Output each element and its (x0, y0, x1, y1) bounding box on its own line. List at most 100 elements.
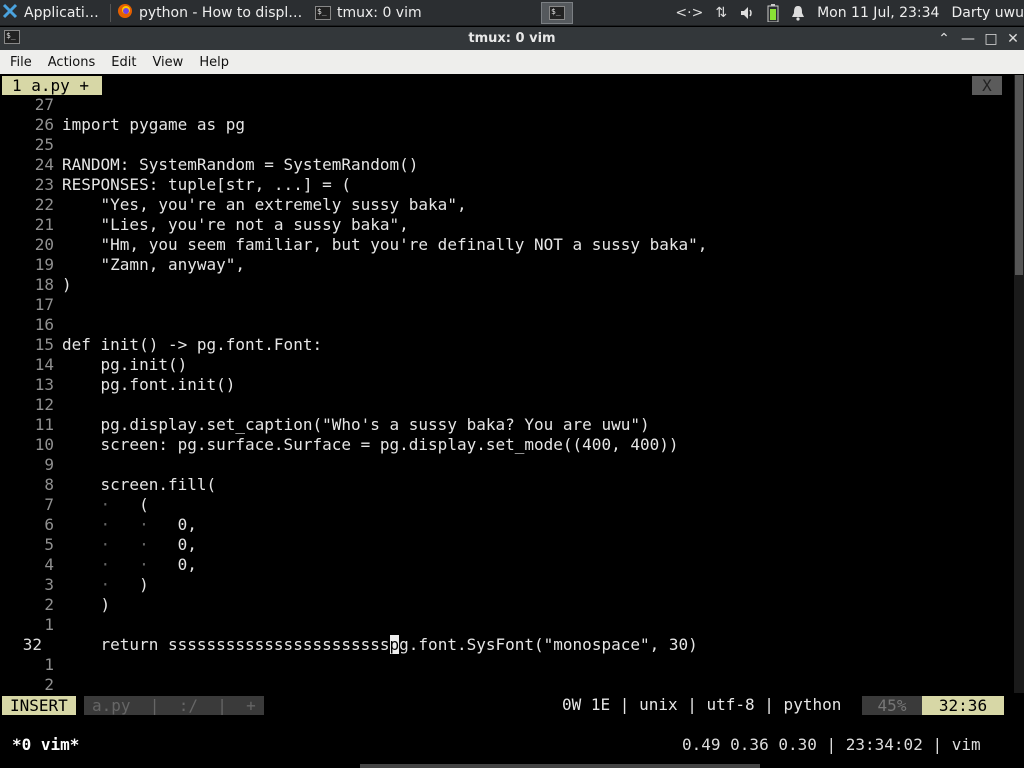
code-line[interactable]: 5 · · 0, (0, 535, 1014, 555)
line-number: 11 (34, 415, 54, 434)
vim-statusline: INSERT a.py | :/ | + 0W 1E | unix | utf-… (0, 695, 1014, 715)
code-line[interactable]: 16 (0, 315, 1014, 335)
applications-label: Applications (24, 4, 104, 21)
code-line[interactable]: 23 RESPONSES: tuple[str, ...] = ( (0, 175, 1014, 195)
line-number: 5 (44, 535, 54, 554)
code-line[interactable]: 12 (0, 395, 1014, 415)
code-text: "Zamn, anyway", (62, 255, 246, 274)
code-text: · ) (100, 575, 149, 594)
top-panel: Applications python - How to display… $_… (0, 0, 1024, 26)
window-titlebar[interactable]: $_ tmux: 0 vim ⌃ — □ ✕ (0, 27, 1024, 50)
taskbar-item-label: tmux: 0 vim (337, 4, 422, 21)
code-line[interactable]: 9 (0, 455, 1014, 475)
volume-icon[interactable] (739, 5, 755, 21)
taskbar-item-firefox[interactable]: python - How to display… (111, 0, 309, 26)
code-line[interactable]: 20 "Hm, you seem familiar, but you're de… (0, 235, 1014, 255)
code-line[interactable]: 6 · · 0, (0, 515, 1014, 535)
menu-actions[interactable]: Actions (40, 55, 104, 70)
code-text: def init() -> pg.font.Font: (62, 335, 323, 354)
user-menu[interactable]: Darty uwu (951, 5, 1024, 21)
applications-menu-button[interactable]: Applications (0, 0, 110, 26)
code-line[interactable]: 13 pg.font.init() (0, 375, 1014, 395)
code-line[interactable]: 10 screen: pg.surface.Surface = pg.displ… (0, 435, 1014, 455)
line-number: 16 (34, 315, 54, 334)
minimize-button[interactable]: — (957, 27, 979, 50)
vim-tabline: 1 a.py + X (0, 75, 1014, 95)
taskbar-item-label: python - How to display… (139, 4, 303, 21)
taskbar-item-terminal[interactable]: $_ tmux: 0 vim (309, 0, 504, 26)
vim-cursor-position: 32:36 (922, 696, 1004, 715)
menu-file[interactable]: File (2, 55, 40, 70)
clock[interactable]: Mon 11 Jul, 23:34 (817, 5, 939, 21)
transfer-icon[interactable]: ⇅ (715, 5, 727, 21)
network-icon[interactable]: <·> (675, 5, 703, 21)
scrollbar-thumb[interactable] (1015, 75, 1023, 275)
code-line[interactable]: 22 "Yes, you're an extremely sussy baka"… (0, 195, 1014, 215)
line-number: 4 (44, 555, 54, 574)
line-number: 22 (34, 195, 54, 214)
code-text: "Hm, you seem familiar, but you're defin… (62, 235, 708, 254)
code-line[interactable]: 18) (0, 275, 1014, 295)
code-line[interactable]: 11 pg.display.set_caption("Who's a sussy… (0, 415, 1014, 435)
vim-scroll-percent: 45% (862, 696, 922, 715)
line-number: 1 (44, 615, 54, 634)
code-text: RANDOM: SystemRandom = SystemRandom() (62, 155, 419, 174)
code-text: · · 0, (100, 515, 197, 534)
vim-tab-close-button[interactable]: X (972, 76, 1002, 95)
code-text: "Yes, you're an extremely sussy baka", (62, 195, 467, 214)
menu-view[interactable]: View (144, 55, 191, 70)
code-line[interactable]: 15 def init() -> pg.font.Font: (0, 335, 1014, 355)
code-text: pg.font.init() (62, 375, 236, 394)
maximize-button[interactable]: □ (980, 27, 1002, 50)
line-number: 10 (34, 435, 54, 454)
code-line[interactable]: 26 import pygame as pg (0, 115, 1014, 135)
close-button[interactable]: ✕ (1002, 27, 1024, 50)
code-line[interactable]: 1 (0, 615, 1014, 635)
line-number: 2 (44, 595, 54, 614)
code-line[interactable]: 14 pg.init() (0, 355, 1014, 375)
code-line[interactable]: 8 screen.fill( (0, 475, 1014, 495)
code-line[interactable]: 1 (0, 655, 1014, 675)
code-line[interactable]: 25 (0, 135, 1014, 155)
battery-icon[interactable] (767, 3, 779, 22)
code-line[interactable]: 2 ) (0, 595, 1014, 615)
tmux-status-right: 0.49 0.36 0.30 | 23:34:02 | vim (682, 735, 981, 754)
vim-tab-active[interactable]: 1 a.py + (2, 76, 102, 95)
firefox-icon (117, 3, 133, 23)
code-line[interactable]: 19 "Zamn, anyway", (0, 255, 1014, 275)
terminal-area[interactable]: 1 a.py + X 27 26 import pygame as pg 25 24 RA… (0, 75, 1024, 768)
horizontal-scrollbar[interactable] (360, 764, 760, 768)
code-text: RESPONSES: tuple[str, ...] = ( (62, 175, 351, 194)
code-line[interactable]: 3 · ) (0, 575, 1014, 595)
line-number: 12 (34, 395, 54, 414)
line-number: 8 (44, 475, 54, 494)
code-text: pg.init() (62, 355, 188, 374)
code-text: pg.display.set_caption("Who's a sussy ba… (62, 415, 650, 434)
code-line[interactable]: 21 "Lies, you're not a sussy baka", (0, 215, 1014, 235)
code-text-after-cursor: g.font.SysFont("monospace", 30) (399, 635, 698, 654)
code-text-before-cursor: return sssssssssssssssssssssss (62, 635, 390, 654)
line-number: 20 (34, 235, 54, 254)
code-line[interactable]: 4 · · 0, (0, 555, 1014, 575)
code-line[interactable]: 17 (0, 295, 1014, 315)
vim-file-info: 0W 1E | unix | utf-8 | python (562, 695, 842, 714)
line-number: 19 (34, 255, 54, 274)
current-code-line[interactable]: 32 return ssssssssssssssssssssssspg.font… (0, 635, 1014, 655)
code-line[interactable]: 2 (0, 675, 1014, 695)
menubar: File Actions Edit View Help (0, 50, 1024, 74)
code-line[interactable]: 24 RANDOM: SystemRandom = SystemRandom() (0, 155, 1014, 175)
notification-bell-icon[interactable] (791, 5, 805, 21)
line-number: 23 (34, 175, 54, 194)
code-line[interactable]: 27 (0, 95, 1014, 115)
code-text: "Lies, you're not a sussy baka", (62, 215, 409, 234)
terminal-icon: $_ (315, 5, 331, 20)
menu-edit[interactable]: Edit (103, 55, 144, 70)
code-text: ) (62, 595, 111, 614)
terminal-launcher-button[interactable]: $_ (541, 1, 573, 24)
menu-help[interactable]: Help (191, 55, 237, 70)
chevron-up-icon[interactable]: ⌃ (933, 27, 955, 50)
code-line[interactable]: 7 · ( (0, 495, 1014, 515)
line-number: 3 (44, 575, 54, 594)
tmux-window-label[interactable]: *0 vim* (12, 735, 79, 755)
terminal-scrollbar[interactable] (1014, 75, 1024, 693)
